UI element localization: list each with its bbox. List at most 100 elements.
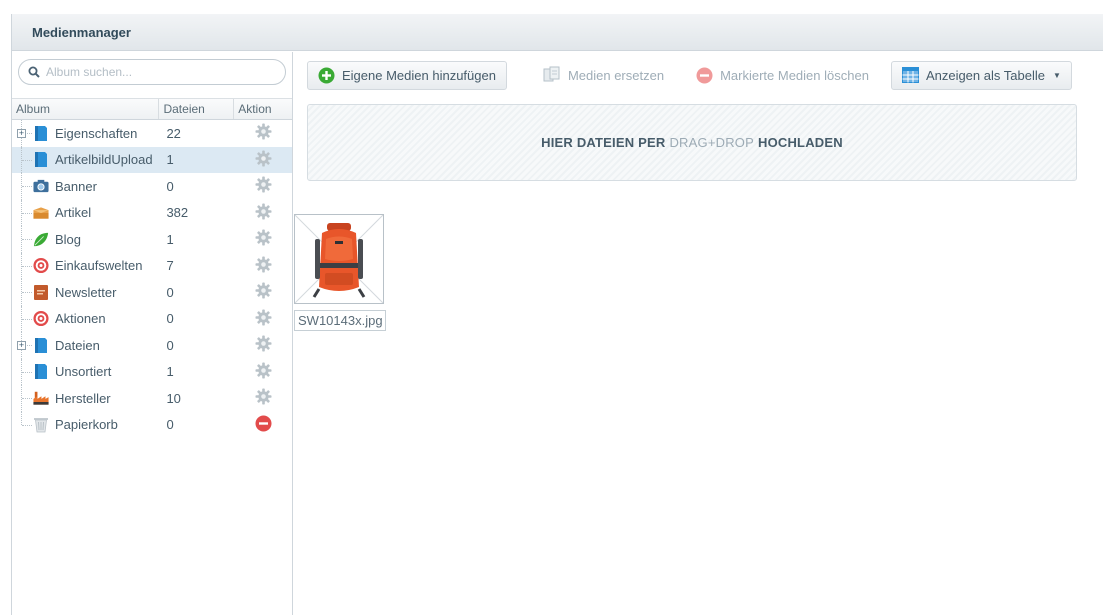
- trash-icon: [33, 416, 49, 433]
- album-action-cell: [234, 123, 292, 143]
- delete-media-button[interactable]: Markierte Medien löschen: [686, 61, 879, 90]
- gear-icon[interactable]: [255, 256, 272, 276]
- album-label: Eigenschaften: [55, 125, 138, 141]
- album-search-row: [12, 52, 292, 98]
- view-as-table-button[interactable]: Anzeigen als Tabelle ▼: [890, 60, 1072, 90]
- tree-line: [22, 318, 32, 320]
- folder-blue-icon: [33, 151, 49, 168]
- album-row[interactable]: + Eigenschaften 22: [12, 120, 292, 147]
- album-action-cell: [234, 282, 292, 302]
- gear-icon[interactable]: [255, 150, 272, 170]
- target-icon: [33, 310, 49, 327]
- album-name-cell: Artikel: [12, 199, 159, 226]
- chevron-down-icon: ▼: [1052, 70, 1061, 80]
- box-icon: [33, 204, 49, 221]
- album-file-count: 1: [166, 152, 174, 168]
- album-search-input[interactable]: [46, 65, 246, 79]
- album-file-count: 0: [166, 178, 174, 194]
- album-action-cell: [234, 415, 292, 435]
- window-title: Medienmanager: [32, 24, 131, 40]
- album-file-count: 0: [166, 337, 174, 353]
- album-file-count: 0: [166, 311, 174, 327]
- factory-icon: [33, 390, 49, 407]
- replace-media-button[interactable]: Medien ersetzen: [533, 61, 674, 90]
- minus-circle-icon: [696, 67, 713, 84]
- album-file-count: 7: [166, 258, 174, 274]
- newsletter-icon: [33, 284, 49, 301]
- search-icon: [28, 66, 40, 78]
- tree-line: [22, 265, 32, 267]
- gear-icon[interactable]: [255, 203, 272, 223]
- replace-media-label: Medien ersetzen: [567, 67, 665, 83]
- album-name-cell: + Eigenschaften: [12, 120, 159, 147]
- album-label: Hersteller: [55, 390, 111, 406]
- folder-blue-icon: [33, 337, 49, 354]
- album-label: Newsletter: [55, 284, 117, 300]
- tree-line: [22, 398, 32, 400]
- album-name-cell: Papierkorb: [12, 411, 159, 439]
- delete-media-label: Markierte Medien löschen: [720, 67, 869, 83]
- album-file-count: 1: [166, 231, 174, 247]
- media-thumbnail[interactable]: [294, 214, 384, 304]
- add-icon: [318, 67, 335, 84]
- tree-line: [22, 292, 32, 294]
- album-row[interactable]: Einkaufswelten 7: [12, 252, 292, 279]
- camera-icon: [33, 178, 49, 195]
- gear-icon[interactable]: [255, 123, 272, 143]
- folder-blue-icon: [33, 125, 49, 142]
- replace-files-icon: [543, 66, 561, 84]
- tree-line: [22, 239, 32, 241]
- album-row[interactable]: Blog 1: [12, 226, 292, 253]
- column-header-files[interactable]: Dateien: [159, 99, 235, 119]
- album-name-cell: Einkaufswelten: [12, 252, 159, 279]
- album-action-cell: [234, 362, 292, 382]
- album-row[interactable]: Banner 0: [12, 173, 292, 200]
- expand-toggle-icon[interactable]: +: [17, 128, 26, 138]
- gear-icon[interactable]: [255, 362, 272, 382]
- view-as-table-label: Anzeigen als Tabelle: [925, 67, 1045, 83]
- column-header-action[interactable]: Aktion: [234, 99, 292, 119]
- album-action-cell: [234, 229, 292, 249]
- album-file-count: 0: [166, 284, 174, 300]
- album-row[interactable]: Hersteller 10: [12, 385, 292, 412]
- album-name-cell: Aktionen: [12, 305, 159, 332]
- tree-line: [22, 424, 32, 426]
- album-label: Unsortiert: [55, 364, 112, 380]
- album-row[interactable]: Aktionen 0: [12, 305, 292, 332]
- media-filename[interactable]: SW10143x.jpg: [294, 310, 386, 331]
- add-media-button[interactable]: Eigene Medien hinzufügen: [307, 60, 507, 90]
- upload-dropzone[interactable]: HIER DATEIEN PER DRAG+DROP HOCHLADEN: [307, 104, 1077, 181]
- album-label: Papierkorb: [55, 417, 118, 433]
- album-name-cell: Unsortiert: [12, 358, 159, 385]
- gear-icon[interactable]: [255, 229, 272, 249]
- album-row[interactable]: Unsortiert 1: [12, 358, 292, 385]
- column-header-album[interactable]: Album: [12, 99, 160, 119]
- window-titlebar: Medienmanager: [12, 14, 1103, 51]
- album-name-cell: Blog: [12, 226, 159, 253]
- album-search[interactable]: [18, 59, 286, 85]
- tree-line: [21, 411, 22, 425]
- dropzone-text-start: HIER DATEIEN PER: [541, 135, 666, 150]
- gear-icon[interactable]: [255, 388, 272, 408]
- album-action-cell: [234, 203, 292, 223]
- tree-line: [22, 371, 32, 373]
- album-label: Dateien: [55, 337, 100, 353]
- delete-icon[interactable]: [255, 415, 272, 435]
- gear-icon[interactable]: [255, 282, 272, 302]
- media-toolbar: Eigene Medien hinzufügen Medien ersetzen…: [294, 52, 1103, 98]
- album-row[interactable]: ArtikelbildUpload 1: [12, 146, 292, 173]
- album-label: Blog: [55, 231, 82, 247]
- gear-icon[interactable]: [255, 335, 272, 355]
- album-row[interactable]: Newsletter 0: [12, 279, 292, 306]
- album-action-cell: [234, 309, 292, 329]
- album-row[interactable]: + Dateien 0: [12, 332, 292, 359]
- album-row[interactable]: Artikel 382: [12, 199, 292, 226]
- album-label: ArtikelbildUpload: [55, 152, 153, 168]
- dropzone-text-drag-drop: DRAG+DROP: [669, 135, 754, 150]
- album-name-cell: Newsletter: [12, 279, 159, 306]
- tree-line: [22, 212, 32, 214]
- expand-toggle-icon[interactable]: +: [17, 340, 26, 350]
- gear-icon[interactable]: [255, 176, 272, 196]
- gear-icon[interactable]: [255, 309, 272, 329]
- album-row[interactable]: Papierkorb 0: [12, 411, 292, 439]
